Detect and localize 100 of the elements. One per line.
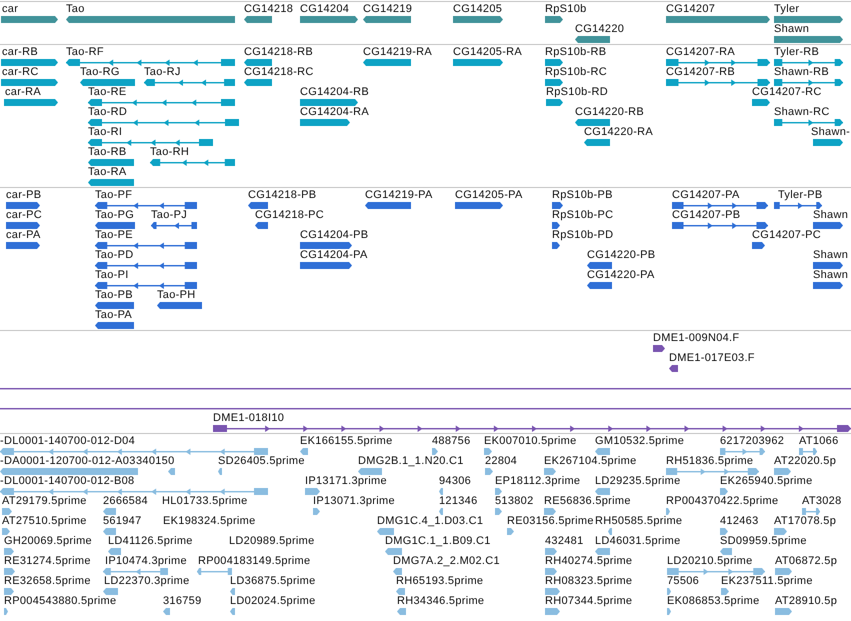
feature-label: AT06872.5p: [775, 555, 838, 567]
feature-label: LD22370.3prime: [104, 575, 190, 587]
feature-label: Tao-RG: [80, 66, 120, 78]
feature-label: EK237511.5prime: [721, 575, 813, 587]
feature-label: 22804: [485, 455, 518, 467]
feature-label: Shawn: [774, 23, 810, 35]
feature-label: AT22020.5p: [774, 455, 836, 467]
feature-label: Tao-PG: [95, 209, 134, 221]
feature-label: AT27510.5prime: [2, 515, 87, 527]
feature-label: CG14207-PC: [752, 229, 822, 241]
feature-label: CG14205-PA: [455, 189, 523, 201]
feature-label: RP004543880.5prime: [4, 595, 116, 607]
feature-label: RpS10b-PB: [552, 189, 613, 201]
feature-label: LD29235.5prime: [595, 475, 681, 487]
feature-label: CG14220-PA: [587, 269, 655, 281]
feature-label: Tao-PE: [95, 229, 133, 241]
feature-label: SD26405.5prime: [218, 455, 305, 467]
feature-label: RH50585.5prime: [595, 515, 682, 527]
feature-label: EK265940.5prime: [720, 475, 813, 487]
feature-label: DMG7A.2_2.M02.C1: [393, 555, 500, 567]
feature-label: Tao-RE: [88, 86, 126, 98]
feature-label: Shawn: [813, 209, 848, 221]
feature-label: car-RC: [2, 66, 39, 78]
feature-label: 488756: [432, 435, 471, 447]
feature-label: RpS10b-RD: [546, 86, 608, 98]
feature-label: Shawn-RB: [774, 66, 829, 78]
feature-label: Tao-PJ: [151, 209, 188, 221]
feature-label: GH20069.5prime: [4, 535, 92, 547]
feature-label: -DL0001-140700-012-B08: [0, 475, 134, 487]
feature-label: Tyler-PB: [778, 189, 823, 201]
feature-label: RP004183149.5prime: [198, 555, 310, 567]
feature-label: CG14204-RA: [300, 106, 370, 118]
feature-label: EP18112.3prime: [495, 475, 580, 487]
feature-label: GM10532.5prime: [595, 435, 684, 447]
feature-label: Tao-RI: [88, 126, 122, 138]
feature-label: Tao-RD: [88, 106, 128, 118]
feature-label: CG14204-PB: [300, 229, 368, 241]
feature-label: CG14204-RB: [300, 86, 370, 98]
feature-label: CG14219: [363, 3, 412, 15]
feature-label: LD20210.5prime: [667, 555, 753, 567]
feature-label: 412463: [720, 515, 759, 527]
feature-label: Tao-RA: [88, 166, 126, 178]
feature-label: DME1-017E03.F: [669, 352, 755, 364]
feature-label: DMG1C.1_1.B09.C1: [385, 535, 491, 547]
feature-label: Tao: [66, 3, 85, 15]
feature-label: Tao-RB: [88, 146, 126, 158]
feature-label: Tao-PI: [95, 269, 129, 281]
feature-label: CG14207-RB: [666, 66, 736, 78]
feature-label: LD02024.5prime: [230, 595, 316, 607]
feature-label: CG14219-PA: [365, 189, 433, 201]
feature-label: HL01733.5prime: [162, 495, 248, 507]
feature-label: RE56836.5prime: [544, 495, 631, 507]
feature-label: CG14220: [575, 23, 624, 35]
feature-label: IP13171.3prime: [305, 475, 387, 487]
feature-label: Tyler: [774, 3, 800, 15]
feature-label: CG14218-PB: [248, 189, 316, 201]
feature-label: -DL0001-140700-012-D04: [0, 435, 136, 447]
feature-label: Shawn-: [811, 126, 850, 138]
feature-label: 432481: [545, 535, 584, 547]
feature-label: 2666584: [103, 495, 148, 507]
feature-label: CG14218-PC: [255, 209, 324, 221]
feature-label: CG14205: [453, 3, 502, 15]
feature-label: RE32658.5prime: [4, 575, 91, 587]
feature-label: Shawn: [813, 269, 848, 281]
feature-label: -DA0001-120700-012-A03: [0, 455, 136, 467]
feature-label: CG14205-RA: [453, 46, 522, 58]
feature-label: DMG1C.4_1.D03.C1: [377, 515, 484, 527]
feature-label: RpS10b-PD: [552, 229, 614, 241]
feature-label: CG14218: [244, 3, 294, 15]
feature-label: car: [2, 3, 18, 15]
feature-label: RE03156.5prime: [507, 515, 594, 527]
feature-label: LD41126.5prime: [108, 535, 193, 547]
feature-label: Tyler-RB: [774, 46, 820, 58]
feature-label: Tao-PF: [95, 189, 132, 201]
feature-label: CG14207-RC: [752, 86, 822, 98]
feature-label: 316759: [163, 595, 202, 607]
feature-label: CG14218-RB: [244, 46, 314, 58]
feature-label: CG14207-PA: [672, 189, 740, 201]
feature-label: 340150: [136, 455, 175, 467]
feature-label: Shawn-RC: [774, 106, 830, 118]
feature-label: CG14207-PB: [672, 209, 740, 221]
feature-label: Tao-RF: [66, 46, 104, 58]
feature-label: 75506: [667, 575, 700, 587]
feature-label: CG14207: [666, 3, 716, 15]
feature-label: IP10474.3prime: [105, 555, 187, 567]
feature-label: RpS10b-RB: [545, 46, 606, 58]
feature-label: Tao-PA: [95, 309, 132, 321]
feature-label: SD09959.5prime: [720, 535, 807, 547]
feature-label: CG14220-PB: [587, 249, 656, 261]
feature-label: AT1066: [799, 435, 839, 447]
feature-label: DMG2B.1_1.N20.C1: [358, 455, 464, 467]
feature-label: LD46031.5prime: [595, 535, 681, 547]
feature-label: CG14207-RA: [666, 46, 736, 58]
feature-label: Tao-RJ: [144, 66, 181, 78]
feature-label: 513802: [495, 495, 534, 507]
feature-label: Tao-PH: [157, 289, 196, 301]
feature-label: RpS10b-RC: [545, 66, 608, 78]
feature-label: CG14219-RA: [363, 46, 432, 58]
feature-label: RH34346.5prime: [397, 595, 484, 607]
feature-label: CG14204: [300, 3, 350, 15]
